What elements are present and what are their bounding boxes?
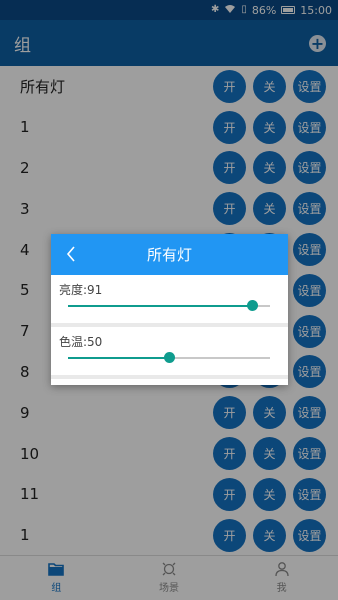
brightness-section: 亮度:91: [51, 275, 288, 327]
chevron-left-icon: [66, 246, 75, 262]
color-temp-section: 色温:50: [51, 327, 288, 379]
color-temp-label: 色温:50: [59, 335, 103, 349]
color-temp-slider-thumb[interactable]: [164, 352, 175, 363]
dialog-header: 所有灯: [51, 234, 288, 275]
color-temp-slider[interactable]: [68, 352, 270, 363]
color-temp-slider-fill: [68, 357, 169, 359]
back-button[interactable]: [59, 242, 83, 266]
brightness-slider[interactable]: [68, 300, 270, 311]
dialog-title: 所有灯: [146, 246, 192, 264]
group-control-dialog: 所有灯 亮度:91 色温:50: [51, 234, 288, 385]
brightness-slider-thumb[interactable]: [246, 300, 258, 311]
brightness-label: 亮度:91: [59, 283, 103, 297]
brightness-slider-fill: [68, 305, 252, 307]
